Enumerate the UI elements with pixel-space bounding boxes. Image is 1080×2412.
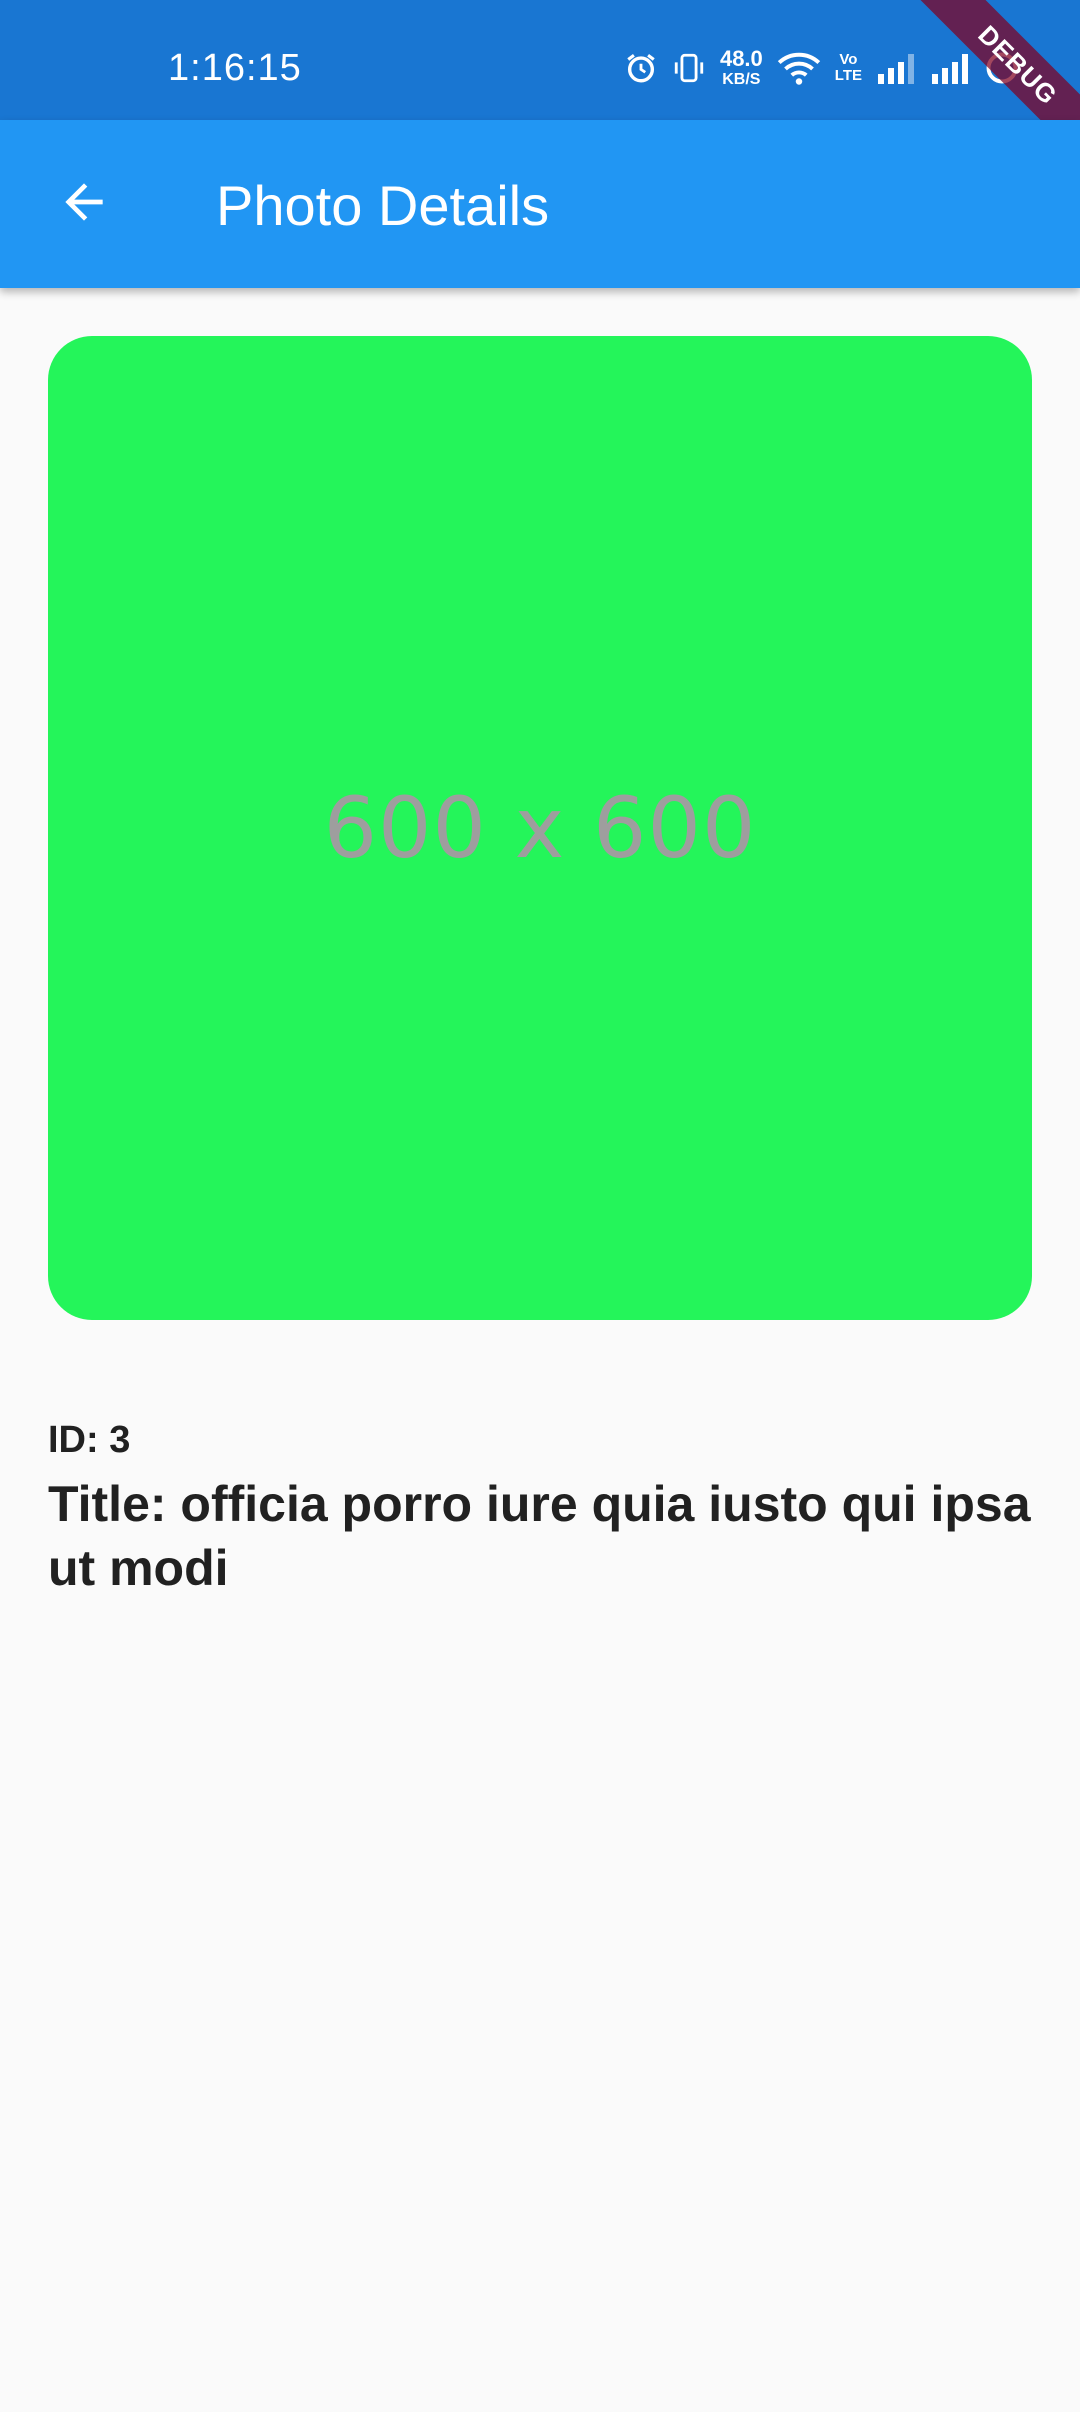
photo-placeholder-text: 600 x 600 <box>323 779 757 877</box>
wifi-icon <box>777 50 821 86</box>
volte-bottom: LTE <box>834 67 862 84</box>
net-speed-unit: KB/S <box>722 71 761 88</box>
net-speed-value: 48.0 <box>719 46 763 71</box>
net-speed-indicator: 48.0 KB/S <box>720 48 763 88</box>
battery-icon <box>984 50 1020 86</box>
back-button[interactable] <box>40 160 128 248</box>
signal-icon <box>876 52 916 84</box>
volte-icon: Vo LTE <box>835 52 862 84</box>
signal-icon <box>930 52 970 84</box>
alarm-icon <box>624 51 658 85</box>
volte-top: Vo <box>839 51 858 69</box>
photo-id: ID: 3 <box>48 1419 131 1461</box>
page-title: Photo Details <box>216 174 550 237</box>
vibrate-icon <box>672 51 706 85</box>
arrow-back-icon <box>56 174 112 235</box>
status-icons: 48.0 KB/S Vo LTE <box>624 46 1020 90</box>
photo-details: ID: 3 Title: officia porro iure quia ius… <box>48 1414 1032 1600</box>
status-time: 1:16:15 <box>168 47 302 89</box>
status-bar: 1:16:15 48.0 KB/S Vo LTE <box>0 0 1080 120</box>
photo-title: Title: officia porro iure quia iusto qui… <box>48 1476 1031 1596</box>
photo-image: 600 x 600 <box>48 336 1032 1320</box>
app-bar: Photo Details <box>0 120 1080 288</box>
